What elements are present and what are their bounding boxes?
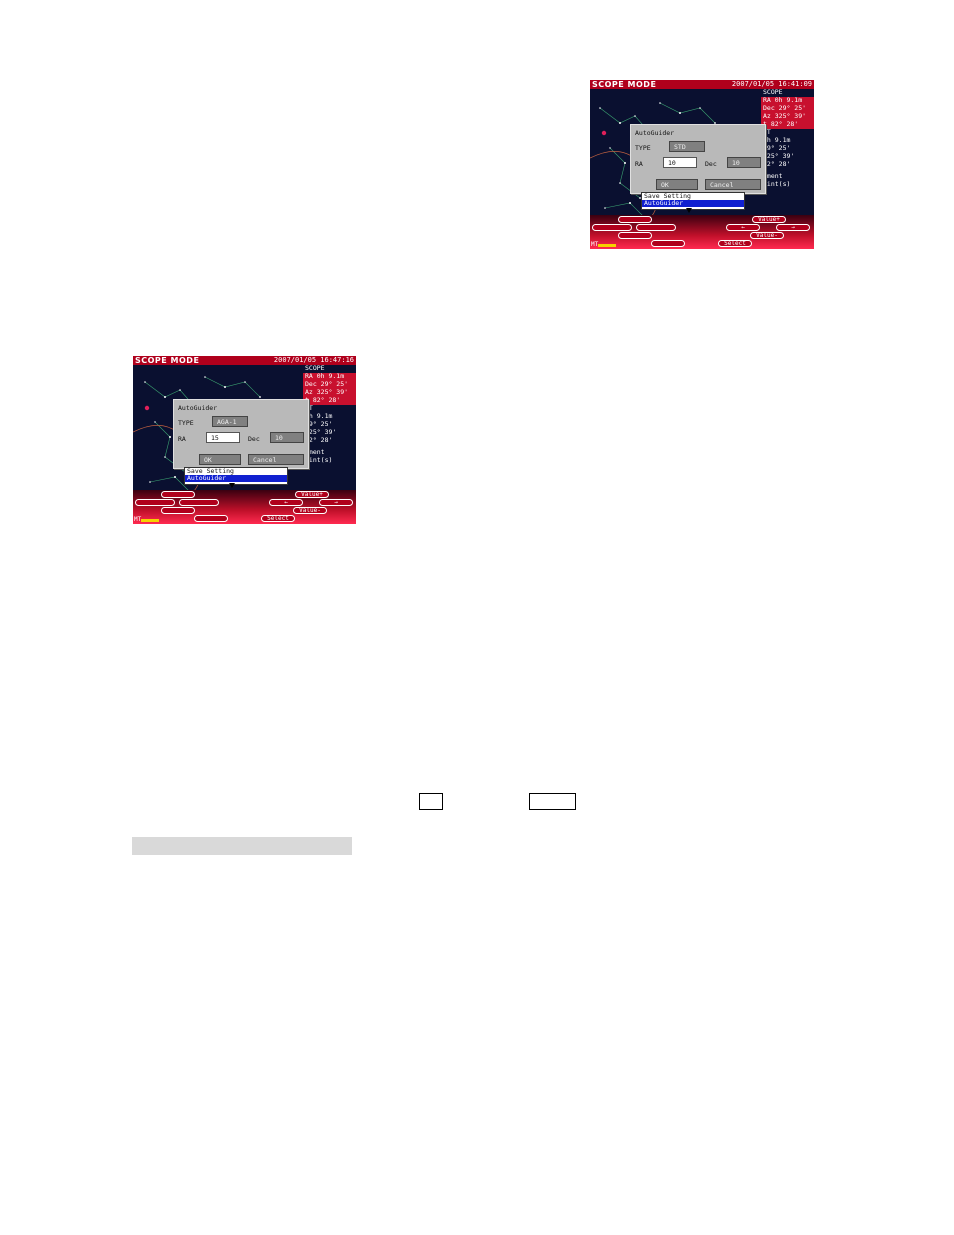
mode-title: SCOPE MODE bbox=[592, 80, 657, 89]
target-ra: 0h 9.1m bbox=[303, 413, 356, 421]
down-button[interactable] bbox=[161, 507, 195, 514]
ra-readout: RA 0h 9.1m bbox=[303, 373, 356, 381]
right-soft-button[interactable] bbox=[636, 224, 676, 231]
alt-readout: t 82° 28' bbox=[761, 121, 814, 129]
dec-input[interactable]: 10 bbox=[727, 157, 761, 168]
target-dec: 29° 25' bbox=[303, 421, 356, 429]
ra-label: RA bbox=[178, 435, 186, 443]
target-alt: 82° 28' bbox=[761, 161, 814, 169]
menu-scroll-arrow bbox=[229, 483, 235, 488]
screenshot-aga: SCOPE MODE 2007/01/05 16:47:16 SCOPE RA … bbox=[133, 356, 356, 524]
target-marker bbox=[144, 405, 150, 411]
target-ra: 0h 9.1m bbox=[761, 137, 814, 145]
target-marker bbox=[601, 130, 607, 136]
empty-box-small bbox=[419, 793, 443, 810]
left-soft-button[interactable] bbox=[592, 224, 632, 231]
left-soft-button[interactable] bbox=[135, 499, 175, 506]
left-arrow-button[interactable]: ← bbox=[269, 499, 303, 506]
target-az: 325° 39' bbox=[761, 153, 814, 161]
control-bar: Value+ ← → Value- Select MT bbox=[590, 215, 814, 249]
dec-label: Dec bbox=[248, 435, 260, 443]
autoguider-dialog: AutoGuider TYPE STD RA 10 Dec 10 OK Canc… bbox=[630, 124, 766, 194]
target-header: ET bbox=[303, 405, 356, 413]
ok-button[interactable]: OK bbox=[199, 454, 241, 465]
dialog-title: AutoGuider bbox=[635, 129, 675, 137]
dec-readout: Dec 29° 25' bbox=[761, 105, 814, 113]
down-button[interactable] bbox=[618, 232, 652, 239]
section-header-bar bbox=[132, 837, 352, 855]
alignment-label: nment bbox=[303, 448, 356, 456]
cancel-button[interactable]: Cancel bbox=[705, 179, 761, 190]
az-readout: Az 325° 39' bbox=[303, 389, 356, 397]
settings-menu: Save Setting AutoGuider bbox=[641, 192, 745, 210]
value-minus-button[interactable]: Value- bbox=[750, 232, 784, 239]
value-minus-button[interactable]: Value- bbox=[293, 507, 327, 514]
az-readout: Az 325° 39' bbox=[761, 113, 814, 121]
dec-label: Dec bbox=[705, 160, 717, 168]
mt-level-bar bbox=[598, 244, 616, 247]
right-soft-button[interactable] bbox=[179, 499, 219, 506]
soft-button[interactable] bbox=[651, 240, 685, 247]
type-label: TYPE bbox=[635, 144, 651, 152]
dec-input[interactable]: 10 bbox=[270, 432, 304, 443]
clock: 2007/01/05 16:41:09 bbox=[731, 80, 812, 88]
autoguider-dialog: AutoGuider TYPE AGA-1 RA 15 Dec 10 OK Ca… bbox=[173, 399, 309, 469]
target-header: ET bbox=[761, 129, 814, 137]
dec-readout: Dec 29° 25' bbox=[303, 381, 356, 389]
right-arrow-button[interactable]: → bbox=[319, 499, 353, 506]
alt-readout: t 82° 28' bbox=[303, 397, 356, 405]
alignment-points: oint(s) bbox=[761, 180, 814, 188]
title-bar: SCOPE MODE 2007/01/05 16:41:09 bbox=[590, 80, 814, 89]
screenshot-std: SCOPE MODE 2007/01/05 16:41:09 SCOPE RA … bbox=[590, 80, 814, 249]
up-button[interactable] bbox=[618, 216, 652, 223]
mt-level-bar bbox=[141, 519, 159, 522]
alignment-label: nment bbox=[761, 172, 814, 180]
target-az: 325° 39' bbox=[303, 429, 356, 437]
menu-item-autoguider[interactable]: AutoGuider bbox=[642, 200, 744, 207]
mode-title: SCOPE MODE bbox=[135, 356, 200, 365]
target-dec: 29° 25' bbox=[761, 145, 814, 153]
panel-header: SCOPE bbox=[761, 89, 814, 97]
alignment-points: oint(s) bbox=[303, 456, 356, 464]
right-arrow-button[interactable]: → bbox=[776, 224, 810, 231]
settings-menu: Save Setting AutoGuider bbox=[184, 467, 288, 485]
select-button[interactable]: Select bbox=[261, 515, 295, 522]
empty-box-wide bbox=[529, 793, 576, 810]
type-select[interactable]: STD bbox=[669, 141, 705, 152]
ra-readout: RA 0h 9.1m bbox=[761, 97, 814, 105]
menu-scroll-arrow bbox=[686, 208, 692, 213]
left-arrow-button[interactable]: ← bbox=[726, 224, 760, 231]
menu-item-autoguider[interactable]: AutoGuider bbox=[185, 475, 287, 482]
value-plus-button[interactable]: Value+ bbox=[295, 491, 329, 498]
up-button[interactable] bbox=[161, 491, 195, 498]
type-label: TYPE bbox=[178, 419, 194, 427]
ra-label: RA bbox=[635, 160, 643, 168]
cancel-button[interactable]: Cancel bbox=[248, 454, 304, 465]
dialog-title: AutoGuider bbox=[178, 404, 218, 412]
control-bar: Value+ ← → Value- Select MT bbox=[133, 490, 356, 524]
type-select[interactable]: AGA-1 bbox=[212, 416, 248, 427]
ra-input[interactable]: 10 bbox=[663, 157, 697, 168]
target-alt: 82° 28' bbox=[303, 437, 356, 445]
ra-input[interactable]: 15 bbox=[206, 432, 240, 443]
ok-button[interactable]: OK bbox=[656, 179, 698, 190]
panel-header: SCOPE bbox=[303, 365, 356, 373]
select-button[interactable]: Select bbox=[718, 240, 752, 247]
coordinate-panel: SCOPE RA 0h 9.1m Dec 29° 25' Az 325° 39'… bbox=[303, 365, 356, 465]
value-plus-button[interactable]: Value+ bbox=[752, 216, 786, 223]
coordinate-panel: SCOPE RA 0h 9.1m Dec 29° 25' Az 325° 39'… bbox=[761, 89, 814, 189]
title-bar: SCOPE MODE 2007/01/05 16:47:16 bbox=[133, 356, 356, 365]
clock: 2007/01/05 16:47:16 bbox=[273, 356, 354, 364]
soft-button[interactable] bbox=[194, 515, 228, 522]
